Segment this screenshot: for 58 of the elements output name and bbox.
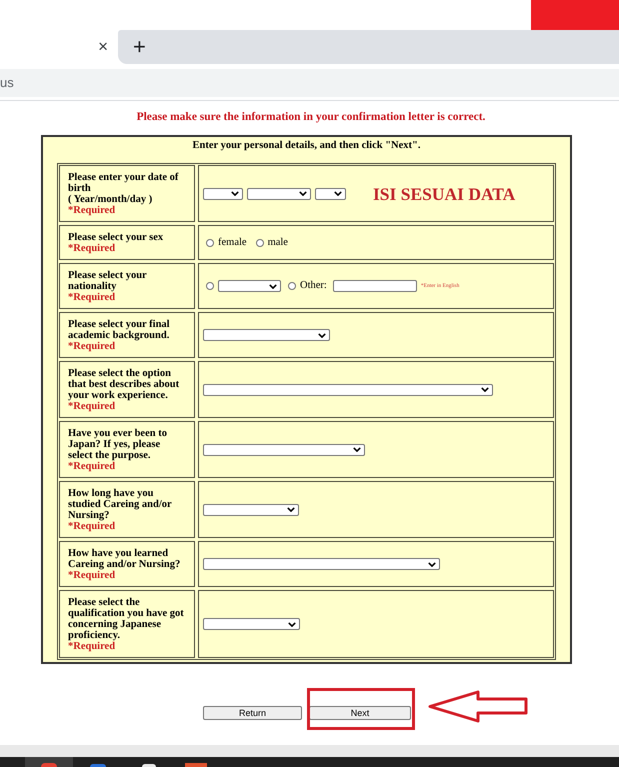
required-marker: *Required <box>68 520 116 532</box>
chevron-down-icon <box>428 562 436 566</box>
field-label: Have you ever been to Japan? If yes, please select the purpose. <box>68 428 168 460</box>
required-marker: *Required <box>68 340 116 352</box>
field-label: Please select your final academic background. <box>68 318 171 340</box>
radio-option[interactable]: Other: <box>288 280 327 292</box>
required-marker: *Required <box>68 570 116 580</box>
dropdown-field[interactable] <box>203 384 493 396</box>
field-label: Please select your sex <box>68 232 164 242</box>
required-marker: *Required <box>68 292 116 302</box>
text-input-field[interactable] <box>332 280 417 292</box>
chevron-down-icon <box>269 284 277 288</box>
field-label: How have you learned Careing and/or Nursing? <box>68 548 182 570</box>
radio-option[interactable]: male <box>256 236 288 248</box>
required-marker: *Required <box>68 242 116 254</box>
next-button[interactable]: Next <box>309 706 411 720</box>
radio-button[interactable] <box>206 282 214 290</box>
dropdown-field[interactable] <box>203 618 300 630</box>
format-hint: ( Year/month/day ) <box>68 194 154 204</box>
app-icon[interactable] <box>142 764 156 767</box>
notice-text: Please make sure the information in your confirmation letter is correct. <box>136 110 486 124</box>
address-bar[interactable]: us <box>0 69 619 97</box>
chevron-down-icon <box>353 447 361 452</box>
taskbar-item[interactable] <box>25 757 73 767</box>
dropdown-field[interactable] <box>203 504 299 516</box>
field-label: Please enter your date of birth <box>68 172 180 194</box>
chevron-down-icon <box>287 507 295 512</box>
dropdown-field[interactable] <box>203 444 365 456</box>
chevron-down-icon <box>318 332 326 338</box>
dropdown-field[interactable] <box>315 188 346 200</box>
chevron-down-icon <box>299 191 307 196</box>
dropdown-field[interactable] <box>218 280 281 292</box>
field-label: Please select the qualification you have got concerning Japanese proficiency. <box>68 596 185 640</box>
return-button[interactable]: Return <box>203 706 302 720</box>
app-icon <box>41 763 57 767</box>
dropdown-field[interactable] <box>203 188 243 200</box>
required-marker: *Required <box>68 640 116 652</box>
chevron-down-icon <box>231 191 239 196</box>
radio-button[interactable] <box>288 282 296 290</box>
chevron-down-icon <box>334 191 342 196</box>
radio-option[interactable]: female <box>206 236 247 248</box>
required-marker: *Required <box>68 400 116 412</box>
required-marker: *Required <box>68 204 116 216</box>
form-heading: Enter your personal details, and then click "Next". <box>192 139 422 153</box>
field-label: How long have you studied Careing and/or Nursing? <box>68 488 172 520</box>
dropdown-field[interactable] <box>247 188 311 200</box>
field-label: Please select your nationality <box>68 270 148 292</box>
dropdown-field[interactable] <box>203 558 440 570</box>
required-marker: *Required <box>68 460 116 472</box>
annotation-text: ISI SESUAI DATA <box>373 184 516 204</box>
tab-close-button[interactable]: × <box>98 38 108 56</box>
chevron-down-icon <box>288 622 296 626</box>
radio-button[interactable] <box>256 238 264 246</box>
new-tab-button[interactable]: + <box>133 36 146 58</box>
field-label: Please select the option that best describes about your work experience. <box>68 368 180 400</box>
dropdown-field[interactable] <box>203 329 330 341</box>
radio-button[interactable] <box>206 238 214 246</box>
chevron-down-icon <box>481 387 489 392</box>
